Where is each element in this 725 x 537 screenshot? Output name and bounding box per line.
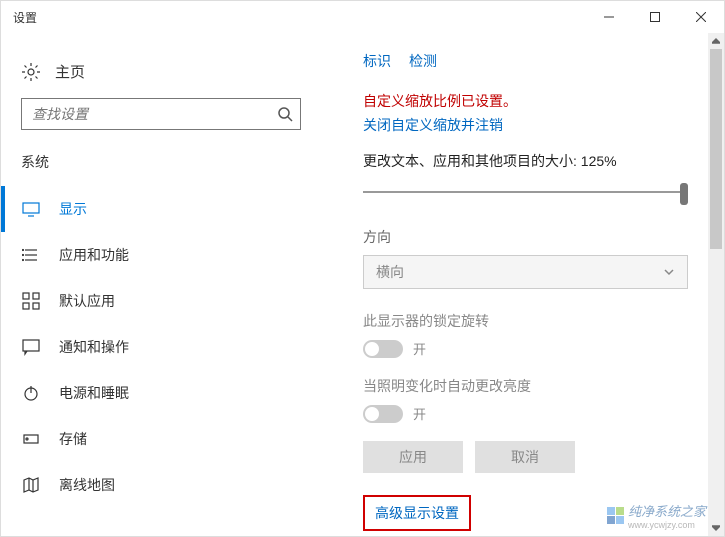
sidebar-item-apps[interactable]: 应用和功能 [1,232,321,278]
list-icon [21,245,41,265]
apply-button[interactable]: 应用 [363,441,463,473]
close-button[interactable] [678,1,724,33]
sidebar-item-offline-maps[interactable]: 离线地图 [1,462,321,508]
main-pane: 标识 检测 自定义缩放比例已设置。 关闭自定义缩放并注销 更改文本、应用和其他项… [321,33,724,536]
gear-icon [21,62,41,82]
watermark-url: www.ycwjzy.com [628,520,706,530]
sidebar-item-label: 存储 [59,429,87,449]
sidebar-item-display[interactable]: 显示 [1,186,321,232]
detect-link[interactable]: 检测 [409,51,437,71]
sidebar-item-label: 显示 [59,199,87,219]
brightness-auto-label: 当照明变化时自动更改亮度 [363,376,724,404]
monitor-icon [21,199,41,219]
chevron-down-icon [663,266,675,278]
sidebar-item-power-sleep[interactable]: 电源和睡眠 [1,370,321,416]
lock-rotation-toggle[interactable] [363,340,403,358]
identify-link[interactable]: 标识 [363,51,391,71]
scroll-down-button[interactable] [708,520,724,536]
search-input[interactable] [22,106,270,122]
sidebar-item-label: 通知和操作 [59,337,129,357]
lock-rotation-state: 开 [413,339,426,358]
message-icon [21,337,41,357]
scaling-warning: 自定义缩放比例已设置。 [363,91,724,115]
sidebar-item-label: 应用和功能 [59,245,129,265]
advanced-display-link[interactable]: 高级显示设置 [375,505,459,521]
window-title: 设置 [13,9,586,26]
map-icon [21,475,41,495]
power-icon [21,383,41,403]
sidebar-item-default-apps[interactable]: 默认应用 [1,278,321,324]
brightness-auto-state: 开 [413,404,426,423]
home-label: 主页 [55,61,85,82]
orientation-dropdown[interactable]: 横向 [363,255,688,289]
slider-thumb[interactable] [680,183,688,205]
sidebar-item-label: 离线地图 [59,475,115,495]
maximize-button[interactable] [632,1,678,33]
slider-track [363,191,688,193]
scroll-thumb[interactable] [710,49,722,249]
watermark: 纯净系统之家 www.ycwjzy.com [607,501,706,530]
dropdown-value: 横向 [376,262,404,282]
sidebar-item-notifications[interactable]: 通知和操作 [1,324,321,370]
sidebar-item-label: 电源和睡眠 [59,383,129,403]
brightness-auto-toggle[interactable] [363,405,403,423]
scroll-up-button[interactable] [708,33,724,49]
sidebar-home[interactable]: 主页 [1,53,321,98]
scale-label: 更改文本、应用和其他项目的大小: 125% [363,151,724,181]
sidebar: 主页 系统 显示 应用和功能 默认应用 通知和操作 电源和睡眠 [1,33,321,536]
watermark-text: 纯净系统之家 [628,501,706,520]
scrollbar[interactable] [708,33,724,536]
category-label: 系统 [1,148,321,186]
search-icon [270,106,300,122]
scale-slider[interactable] [363,181,688,205]
minimize-button[interactable] [586,1,632,33]
cancel-button[interactable]: 取消 [475,441,575,473]
orientation-label: 方向 [363,227,724,255]
close-scaling-link[interactable]: 关闭自定义缩放并注销 [363,115,724,151]
advanced-link-highlight: 高级显示设置 [363,495,471,531]
search-box[interactable] [21,98,301,130]
sidebar-item-label: 默认应用 [59,291,115,311]
grid-icon [21,291,41,311]
sidebar-item-storage[interactable]: 存储 [1,416,321,462]
watermark-logo-icon [607,507,624,524]
lock-rotation-label: 此显示器的锁定旋转 [363,311,724,339]
storage-icon [21,429,41,449]
